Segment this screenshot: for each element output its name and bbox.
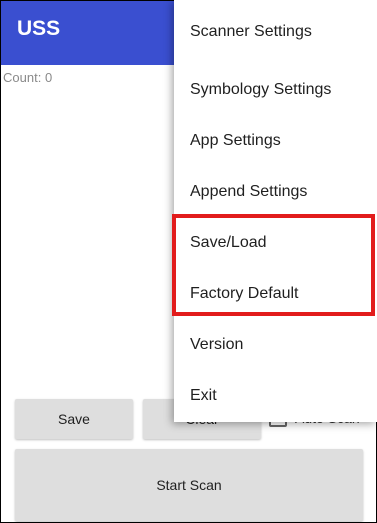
save-button[interactable]: Save (15, 399, 133, 439)
count-value: 0 (44, 70, 53, 85)
menu-item-exit[interactable]: Exit (174, 370, 377, 421)
menu-item-scanner-settings[interactable]: Scanner Settings (174, 0, 377, 64)
start-scan-button[interactable]: Start Scan (15, 449, 363, 521)
count-label: Count: (3, 70, 42, 85)
menu-item-app-settings[interactable]: App Settings (174, 115, 377, 166)
app-title: USS (17, 17, 61, 40)
count-display: Count: 0 (3, 70, 52, 85)
menu-item-version[interactable]: Version (174, 319, 377, 370)
menu-item-append-settings[interactable]: Append Settings (174, 166, 377, 217)
overflow-menu: Scanner Settings Symbology Settings App … (174, 0, 377, 422)
menu-item-symbology-settings[interactable]: Symbology Settings (174, 64, 377, 115)
menu-item-factory-default[interactable]: Factory Default (174, 268, 377, 319)
menu-item-save-load[interactable]: Save/Load (174, 217, 377, 268)
